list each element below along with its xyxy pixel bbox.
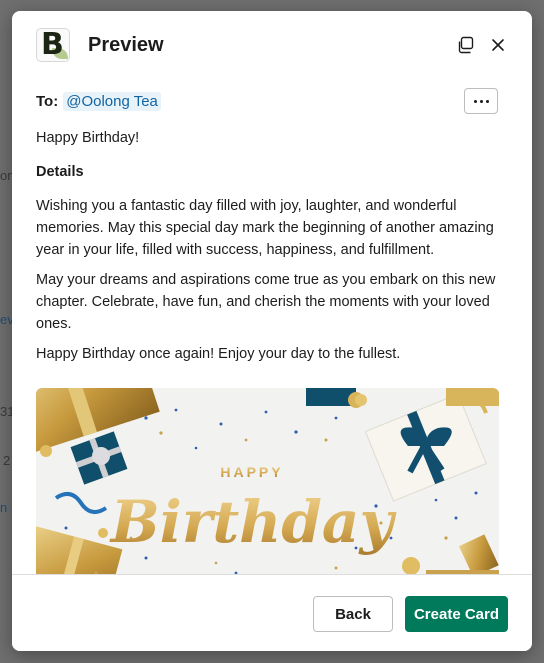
modal-footer: Back Create Card xyxy=(12,574,532,651)
create-card-button[interactable]: Create Card xyxy=(405,596,508,632)
to-label: To: xyxy=(36,92,59,110)
message-paragraph: Wishing you a fantastic day filled with … xyxy=(36,198,494,258)
card-happy-text: HAPPY xyxy=(220,464,283,480)
recipient-row: To: @Oolong Tea xyxy=(36,89,161,113)
preview-modal: B Preview To: @Oolong Tea Happy Birthday… xyxy=(12,11,532,651)
birthday-card-image: HAPPY Birthday xyxy=(36,388,499,574)
copy-button[interactable] xyxy=(453,33,477,57)
background-fragment: 2 xyxy=(3,453,11,468)
back-button[interactable]: Back xyxy=(313,596,393,632)
modal-body: To: @Oolong Tea Happy Birthday! Details … xyxy=(12,79,532,574)
message-content: Happy Birthday! Details Wishing you a fa… xyxy=(36,127,506,373)
recipient-mention[interactable]: @Oolong Tea xyxy=(63,91,161,111)
greeting-text: Happy Birthday! xyxy=(36,130,140,146)
copy-icon xyxy=(458,36,474,54)
close-button[interactable] xyxy=(486,33,510,57)
more-dot xyxy=(485,99,489,103)
more-dot xyxy=(479,99,483,103)
message-paragraph: May your dreams and aspirations come tru… xyxy=(36,272,496,332)
modal-header: B Preview xyxy=(12,11,532,79)
birthday-illustration: HAPPY Birthday xyxy=(36,388,499,574)
details-heading: Details xyxy=(36,164,84,180)
app-logo: B xyxy=(36,28,70,62)
more-horizontal-icon xyxy=(473,99,477,103)
card-birthday-text: Birthday xyxy=(109,488,398,556)
more-actions-button[interactable] xyxy=(464,88,498,114)
close-icon xyxy=(492,39,504,51)
modal-title: Preview xyxy=(88,34,164,56)
message-paragraph: Happy Birthday once again! Enjoy your da… xyxy=(36,346,401,362)
logo-letter: B xyxy=(41,28,64,62)
